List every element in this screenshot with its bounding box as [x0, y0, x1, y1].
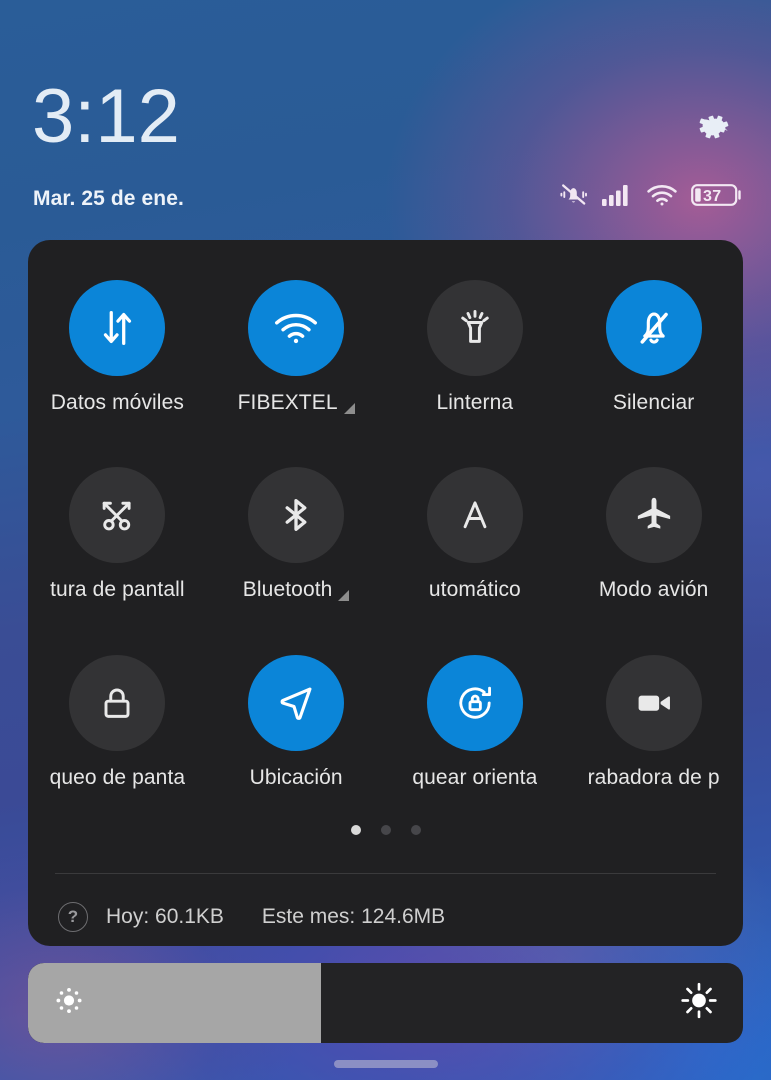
tile-label: rabadora de p	[587, 765, 720, 789]
tile-bloqueo-de-pantalla[interactable]: queo de panta	[28, 623, 207, 810]
tile-bluetooth[interactable]: Bluetooth	[207, 435, 386, 622]
screen-recorder-icon	[638, 695, 670, 711]
tile-label-row: quear orienta	[386, 765, 565, 791]
tile-label: Linterna	[436, 391, 514, 414]
tile-silenciar[interactable]: Silenciar	[564, 248, 743, 435]
data-usage-today: Hoy: 60.1KB	[106, 905, 224, 928]
tile-ubicacion[interactable]: Ubicación	[207, 623, 386, 810]
brightness-high-icon	[679, 981, 719, 1026]
page-dot-1[interactable]	[350, 825, 361, 835]
page-indicator-dots	[28, 825, 743, 835]
tile-datos-moviles[interactable]: Datos móviles	[28, 248, 207, 435]
tile-icon-background	[248, 467, 345, 564]
tile-label-row: queo de panta	[28, 765, 207, 791]
tile-label-row: FIBEXTEL	[207, 390, 386, 416]
brightness-low-icon	[52, 984, 86, 1023]
lock-icon	[104, 688, 130, 718]
tile-wifi-fibextel[interactable]: FIBEXTEL	[207, 248, 386, 435]
tile-label-row: Modo avión	[564, 577, 743, 603]
page-dot-3[interactable]	[410, 825, 421, 835]
data-usage-footer: ? Hoy: 60.1KB Este mes: 124.6MB	[28, 888, 743, 946]
tile-label-row: Datos móviles	[28, 390, 207, 416]
tile-icon-background	[605, 467, 702, 564]
clock-date: Mar. 25 de ene.	[33, 187, 184, 210]
clock-time: 3:12	[32, 74, 180, 159]
location-arrow-icon	[280, 687, 312, 720]
tile-label: Silenciar	[612, 391, 695, 414]
help-icon[interactable]: ?	[58, 902, 88, 932]
tile-captura-de-pantalla[interactable]: tura de pantall	[28, 435, 207, 622]
tile-icon-background	[248, 280, 345, 376]
tile-icon-background	[426, 467, 523, 564]
tile-grabadora-de-pantalla[interactable]: rabadora de p	[564, 623, 743, 810]
ringer-silent-vibrate-icon	[560, 182, 588, 213]
tile-label: tura de pantall	[50, 578, 185, 602]
bell-off-icon	[640, 312, 668, 344]
tile-icon-background	[69, 280, 166, 376]
tile-label-row: utomático	[386, 577, 565, 603]
data-usage-month: Este mes: 124.6MB	[261, 905, 446, 928]
page-dot-2[interactable]	[380, 825, 391, 835]
tile-icon-background	[69, 467, 166, 564]
gear-icon[interactable]	[696, 110, 733, 147]
footer-divider	[55, 873, 716, 874]
battery-icon: 37	[691, 182, 743, 213]
screenshot-icon	[103, 502, 131, 531]
tile-label: Datos móviles	[50, 391, 184, 414]
auto-brightness-icon	[463, 501, 487, 529]
expand-triangle-icon[interactable]	[343, 402, 355, 414]
quick-settings-panel: Datos móviles FIBEXTEL Linterna Silencia…	[28, 240, 743, 946]
tile-modo-avion[interactable]: Modo avión	[564, 435, 743, 622]
battery-level-text: 37	[703, 188, 722, 205]
tile-label-row: tura de pantall	[28, 577, 207, 603]
tile-bloquear-orientacion[interactable]: quear orienta	[386, 623, 565, 810]
status-icon-tray: 37	[560, 183, 743, 211]
wifi-icon	[646, 183, 678, 212]
tile-icon-background	[69, 654, 166, 751]
tile-label-row: Ubicación	[207, 765, 386, 791]
mobile-data-icon	[104, 311, 132, 345]
airplane-icon	[637, 498, 670, 529]
tile-label: Modo avión	[598, 578, 709, 602]
tile-label: queo de panta	[49, 765, 186, 789]
tile-label: FIBEXTEL	[237, 391, 338, 414]
bluetooth-icon	[285, 499, 307, 532]
tile-brillo-automatico[interactable]: utomático	[386, 435, 565, 622]
tile-icon-background	[426, 654, 523, 751]
tile-label-row: rabadora de p	[564, 765, 743, 791]
brightness-slider[interactable]	[28, 963, 743, 1043]
tile-label-row: Bluetooth	[207, 577, 386, 603]
tile-label-row: Linterna	[386, 390, 565, 416]
rotation-lock-icon	[459, 686, 491, 719]
home-indicator[interactable]	[333, 1060, 438, 1068]
tile-icon-background	[605, 280, 702, 376]
tile-icon-background	[605, 654, 702, 751]
tile-linterna[interactable]: Linterna	[386, 248, 565, 435]
expand-triangle-icon[interactable]	[338, 589, 350, 601]
status-header: 3:12 Mar. 25 de ene. 37	[0, 0, 771, 240]
cellular-signal-icon	[601, 183, 633, 212]
tile-label-row: Silenciar	[564, 390, 743, 416]
tile-label: utomático	[428, 578, 521, 602]
tile-label: Bluetooth	[242, 578, 333, 602]
flashlight-icon	[461, 310, 489, 343]
tile-icon-background	[248, 654, 345, 751]
quick-settings-tile-grid: Datos móviles FIBEXTEL Linterna Silencia…	[28, 240, 743, 810]
tile-label: quear orienta	[412, 765, 538, 789]
android-quick-settings-screen: 3:12 Mar. 25 de ene. 37 Datos móviles FI…	[0, 0, 771, 1080]
wifi-icon	[275, 313, 318, 344]
tile-label: Ubicación	[249, 765, 343, 789]
tile-icon-background	[426, 280, 523, 376]
